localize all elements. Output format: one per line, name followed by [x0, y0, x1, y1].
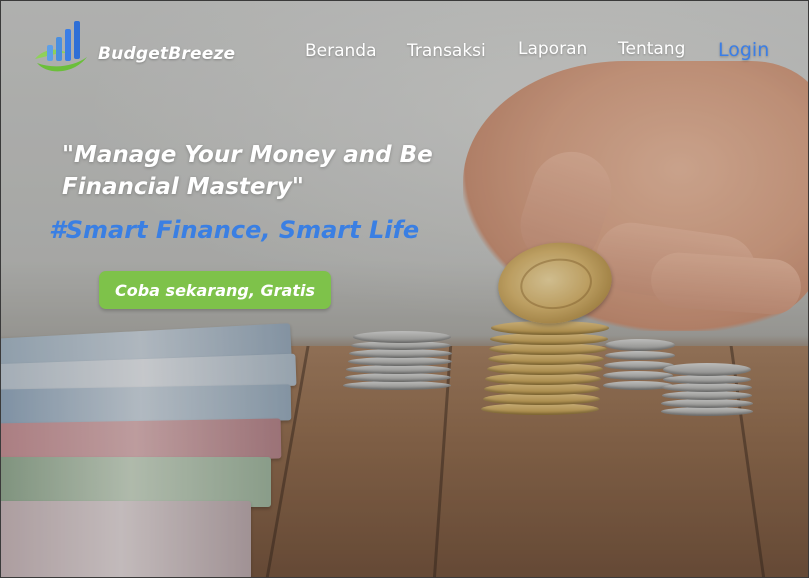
landing-page: BudgetBreeze Beranda Transaksi Laporan T… — [0, 0, 809, 578]
login-link[interactable]: Login — [718, 39, 769, 61]
bar-chart-leaf-logo-icon[interactable] — [33, 19, 91, 75]
try-free-button[interactable]: Coba sekarang, Gratis — [99, 271, 331, 309]
nav-link-tentang[interactable]: Tentang — [618, 39, 685, 59]
nav-link-transaksi[interactable]: Transaksi — [407, 41, 486, 61]
hero-tagline: #Smart Finance, Smart Life — [49, 216, 420, 244]
brand-name[interactable]: BudgetBreeze — [98, 44, 235, 64]
nav-link-beranda[interactable]: Beranda — [305, 41, 377, 61]
nav-link-laporan[interactable]: Laporan — [518, 39, 587, 59]
hero-quote: "Manage Your Money and Be Financial Mast… — [62, 142, 433, 200]
top-navbar: BudgetBreeze Beranda Transaksi Laporan T… — [1, 1, 808, 101]
